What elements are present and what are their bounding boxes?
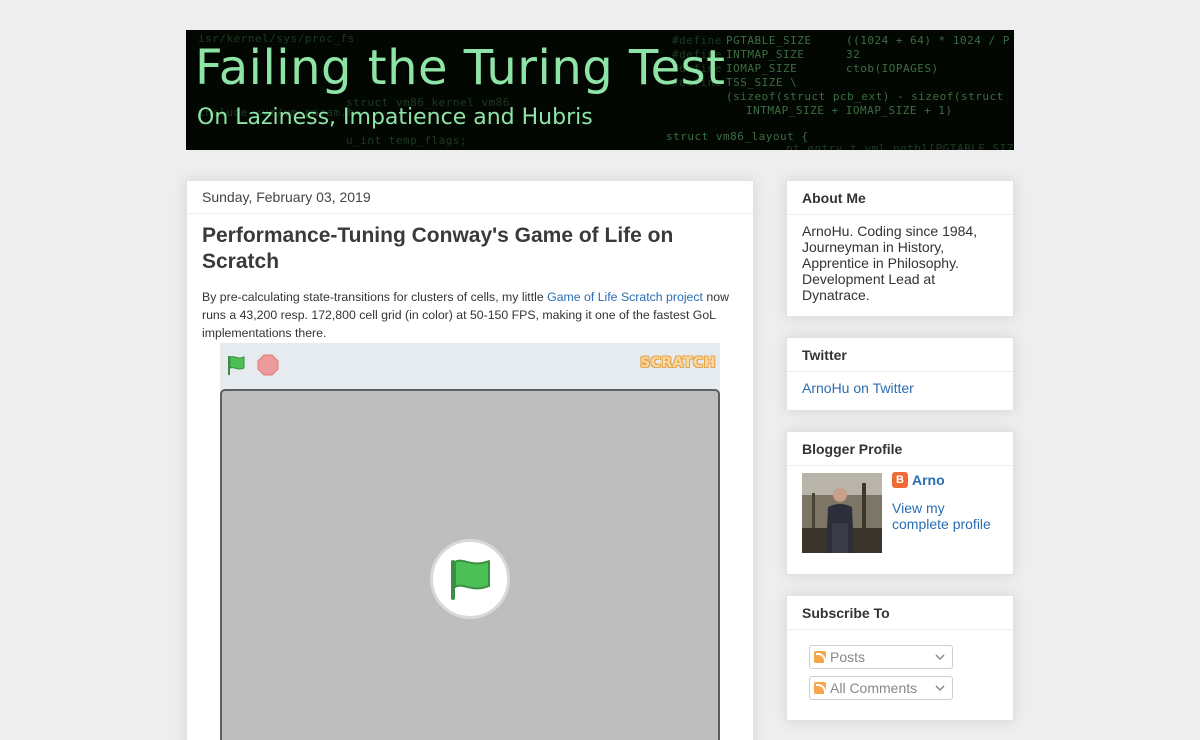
subscribe-comments-dropdown[interactable]: All Comments [809,676,953,700]
chevron-down-icon [935,685,945,692]
about-me-text: ArnoHu. Coding since 1984, Journeyman in… [802,223,978,303]
blog-subtitle: On Laziness, Impatience and Hubris [197,105,593,130]
subscribe-posts-label: Posts [830,649,866,665]
post-container: Sunday, February 03, 2019 Performance-Tu… [186,180,754,740]
scratch-controls: SCRATCH [220,343,720,387]
start-flag-button[interactable] [430,539,510,619]
twitter-body: ArnoHu on Twitter [787,372,1013,396]
scratch-player[interactable]: SCRATCH [220,343,720,740]
post-date: Sunday, February 03, 2019 [187,181,753,214]
subscribe-posts-dropdown[interactable]: Posts [809,645,953,669]
subscribe-widget: Subscribe To Posts All Comments [786,595,1014,721]
profile-photo[interactable] [802,473,882,553]
view-profile-link[interactable]: View my complete profile [892,500,1004,532]
about-me-title: About Me [787,181,1013,215]
blog-header[interactable]: isr/kernel/sys/proc_fs #define PGTABLE_S… [186,30,1014,150]
big-green-flag-icon [451,559,490,600]
green-flag-icon[interactable] [225,354,247,376]
rss-feed-icon [814,651,826,663]
scratch-logo[interactable]: SCRATCH [640,355,716,371]
subscribe-comments-label: All Comments [830,680,918,696]
chevron-down-icon [935,654,945,661]
twitter-widget: Twitter ArnoHu on Twitter [786,337,1014,411]
profile-name-row: B Arno [892,472,945,488]
stop-icon[interactable] [257,354,279,376]
rss-feed-icon [814,682,826,694]
blogger-profile-title: Blogger Profile [787,432,1013,466]
twitter-title: Twitter [787,338,1013,372]
about-me-widget: About Me ArnoHu. Coding since 1984, Jour… [786,180,1014,317]
scratch-project-link[interactable]: Game of Life Scratch project [547,290,703,304]
blogger-profile-widget: Blogger Profile B Arno View my complete … [786,431,1014,575]
subscribe-title: Subscribe To [787,596,1013,630]
twitter-link[interactable]: ArnoHu on Twitter [802,380,914,396]
blog-title[interactable]: Failing the Turing Test [195,44,726,92]
post-body: By pre-calculating state-transitions for… [202,288,738,342]
blogger-icon: B [892,472,908,488]
profile-name-link[interactable]: Arno [912,472,945,488]
scratch-stage[interactable] [220,389,720,740]
profile-photo-image [802,473,882,553]
post-body-text-start: By pre-calculating state-transitions for… [202,290,548,304]
post-title[interactable]: Performance-Tuning Conway's Game of Life… [202,223,738,275]
